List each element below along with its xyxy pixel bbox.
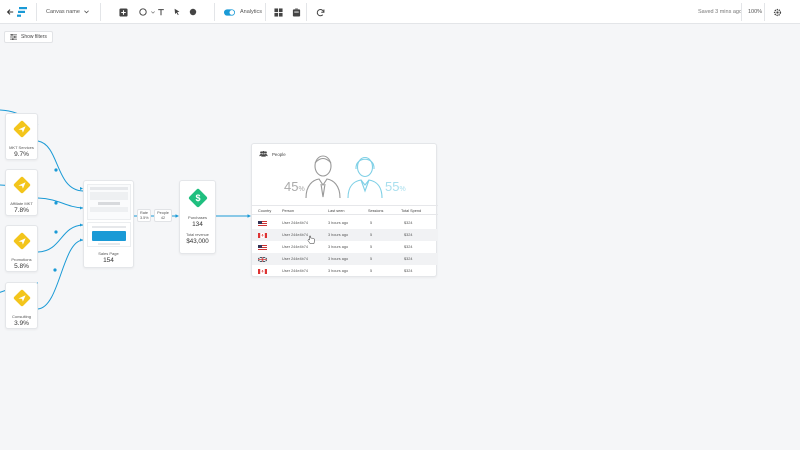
send-diamond-icon	[13, 289, 30, 307]
total-spend: $324	[404, 257, 413, 261]
traffic-source-node[interactable]: Consulting 3.9%	[5, 282, 38, 329]
settings-gear-icon[interactable]	[770, 5, 784, 19]
person-name: User 244e4b74	[282, 221, 308, 225]
sessions: 5	[370, 257, 373, 261]
sales-page-node[interactable]: Sales Page 154	[83, 180, 134, 268]
total-spend: $324	[404, 233, 413, 237]
people-panel[interactable]: People 45% 55% Country Person Last seen …	[251, 143, 438, 277]
column-header: Person	[282, 209, 295, 213]
refresh-icon[interactable]	[313, 5, 327, 19]
sessions: 5	[370, 221, 373, 225]
add-step-icon[interactable]	[116, 5, 130, 19]
sales-page-count: 154	[103, 257, 114, 264]
male-avatar-icon	[305, 155, 341, 199]
people-count-tag: People 42	[154, 209, 172, 223]
sessions: 5	[370, 269, 373, 273]
person-name: User 244e4b74	[282, 269, 308, 273]
male-percentage: 45%	[284, 179, 305, 194]
rate-value: 3.5%	[140, 215, 149, 220]
total-spend: $324	[404, 221, 413, 225]
total-spend: $324	[404, 269, 413, 273]
people-group-icon	[259, 151, 268, 157]
people-table-header: Country Person Last seen Sessions Total …	[252, 205, 438, 215]
toggle-switch-icon[interactable]	[224, 8, 235, 16]
table-row[interactable]: User 244e4b74 3 hours ago 5 $324	[252, 229, 438, 244]
table-row[interactable]: User 244e4b74 3 hours ago 5 $324	[252, 217, 438, 229]
column-header: Total Spend	[401, 209, 422, 213]
ca-flag-icon	[258, 232, 267, 238]
funnel-canvas[interactable]: Show filters MKT Services 9.7% Affiliate…	[0, 25, 800, 450]
analytics-label: Analytics	[240, 9, 263, 15]
zoom-level[interactable]: 100%	[748, 9, 762, 15]
people-value: 42	[160, 215, 166, 220]
source-rate: 3.9%	[14, 320, 29, 327]
total-revenue-value: $43,000	[186, 238, 209, 245]
source-label: Affiliate MKT	[10, 201, 33, 206]
canvas-name-dropdown[interactable]: Canvas name	[46, 0, 89, 24]
svg-text:$: $	[195, 193, 200, 203]
female-percentage: 55%	[385, 179, 406, 194]
traffic-source-node[interactable]: MKT Services 9.7%	[5, 113, 38, 160]
person-name: User 244e4b74	[282, 233, 308, 237]
purchases-node[interactable]: $ Purchases 134 Total revenue $43,000	[179, 180, 216, 254]
chevron-down-icon	[84, 10, 89, 14]
last-seen: 3 hours ago	[328, 233, 349, 237]
page-thumbnail-form	[87, 222, 131, 247]
ca-flag-icon	[258, 268, 267, 274]
column-header: Last seen	[328, 209, 345, 213]
last-seen: 3 hours ago	[328, 245, 349, 249]
conversion-rate-tag: Rate 3.5%	[137, 209, 151, 223]
person-name: User 244e4b74	[282, 245, 308, 249]
total-revenue-label: Total revenue	[186, 233, 209, 237]
last-seen: 3 hours ago	[328, 221, 349, 225]
source-label: MKT Services	[9, 145, 34, 150]
text-tool-icon[interactable]	[154, 5, 168, 19]
send-diamond-icon	[13, 176, 30, 194]
send-diamond-icon	[13, 232, 30, 250]
column-header: Sessions	[368, 209, 384, 213]
female-avatar-icon	[347, 156, 383, 199]
us-flag-icon	[258, 244, 267, 250]
source-rate: 7.8%	[14, 207, 29, 214]
purchases-label: Purchases	[188, 215, 207, 220]
top-toolbar: Canvas name Analytics Saved 3 mins ago 1…	[0, 0, 800, 24]
person-name: User 244e4b74	[282, 257, 308, 261]
shape-tool-icon[interactable]	[136, 5, 150, 19]
send-diamond-icon	[13, 120, 30, 138]
page-thumbnail	[87, 184, 131, 220]
source-label: Promotions	[11, 257, 32, 262]
canvas-name: Canvas name	[46, 9, 80, 15]
record-icon[interactable]	[186, 5, 200, 19]
pointer-tool-icon[interactable]	[170, 5, 184, 19]
sessions: 5	[370, 233, 373, 237]
dollar-diamond-icon: $	[188, 188, 207, 208]
total-spend: $324	[404, 245, 413, 249]
source-rate: 9.7%	[14, 151, 29, 158]
app-logo-icon	[16, 0, 28, 24]
purchases-count: 134	[192, 221, 203, 228]
analytics-toggle[interactable]: Analytics	[224, 0, 262, 24]
clipboard-icon[interactable]	[289, 5, 303, 19]
table-row[interactable]: User 244e4b74 3 hours ago 5 $324	[252, 253, 438, 265]
traffic-source-node[interactable]: Promotions 5.8%	[5, 225, 38, 272]
grid-view-icon[interactable]	[271, 5, 285, 19]
back-arrow-icon[interactable]	[6, 0, 14, 24]
traffic-source-node[interactable]: Affiliate MKT 7.8%	[5, 169, 38, 216]
sales-page-label: Sales Page	[98, 251, 119, 256]
source-rate: 5.8%	[14, 263, 29, 270]
people-panel-title: People	[272, 152, 286, 157]
table-row[interactable]: User 244e4b74 3 hours ago 5 $324	[252, 241, 438, 253]
table-row[interactable]: User 244e4b74 3 hours ago 5 $324	[252, 265, 438, 277]
source-label: Consulting	[12, 314, 31, 319]
saved-status: Saved 3 mins ago	[698, 9, 743, 15]
us-flag-icon	[258, 220, 267, 226]
last-seen: 3 hours ago	[328, 269, 349, 273]
column-header: Country	[258, 209, 272, 213]
gb-flag-icon	[258, 256, 267, 262]
sessions: 5	[370, 245, 373, 249]
last-seen: 3 hours ago	[328, 257, 349, 261]
